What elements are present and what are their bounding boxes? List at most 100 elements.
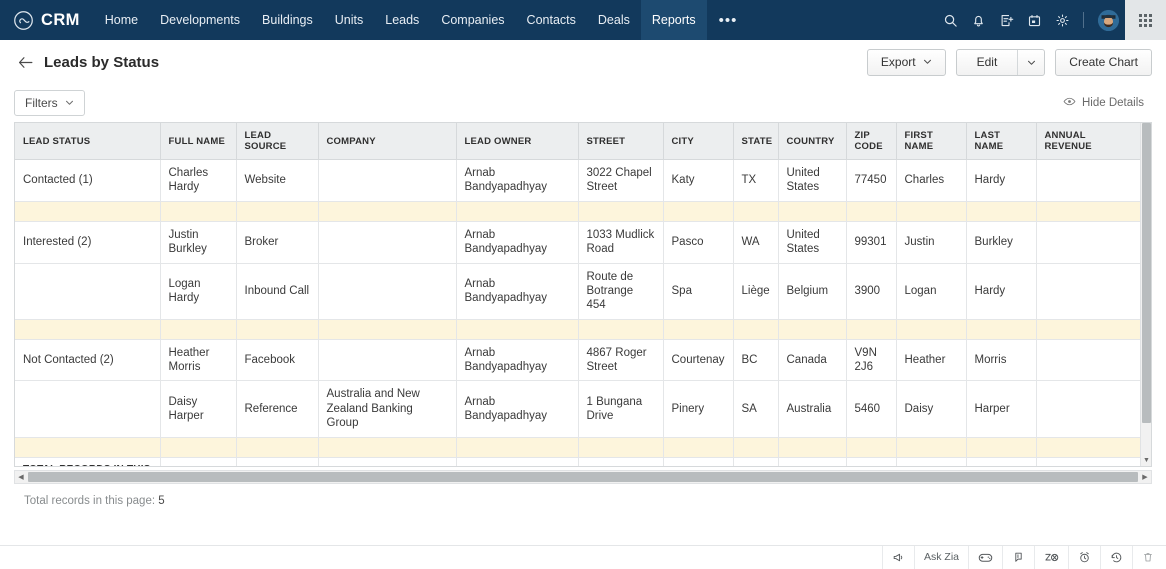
cell-last-name[interactable]: Hardy: [966, 160, 1036, 202]
cell-last-name[interactable]: Burkley: [966, 221, 1036, 263]
total-records-empty-cell: [966, 457, 1036, 466]
ask-zia-button[interactable]: Ask Zia: [914, 546, 968, 569]
avatar[interactable]: [1091, 0, 1125, 40]
header-actions: Export Edit Create Chart: [867, 49, 1152, 76]
eye-icon: [1063, 95, 1076, 111]
cell-country: Belgium: [778, 263, 846, 319]
cell-first-name[interactable]: Daisy: [896, 381, 966, 437]
trash-icon[interactable]: [1132, 546, 1166, 569]
vertical-scrollbar[interactable]: ▼: [1140, 123, 1151, 466]
cell-city: Spa: [663, 263, 733, 319]
search-icon[interactable]: [936, 0, 964, 40]
alarm-clock-icon[interactable]: [1068, 546, 1100, 569]
table-row[interactable]: Interested (2)Justin BurkleyBrokerArnab …: [15, 221, 1140, 263]
group-separator-cell: [236, 201, 318, 221]
vertical-scrollbar-thumb[interactable]: [1142, 123, 1151, 423]
scroll-right-arrow-icon[interactable]: ▶: [1139, 473, 1151, 481]
report-table-container: LEAD STATUSFULL NAMELEAD SOURCECOMPANYLE…: [14, 122, 1152, 467]
export-button[interactable]: Export: [867, 49, 946, 76]
filter-bar: Filters Hide Details: [0, 84, 1166, 122]
brand-logo[interactable]: CRM: [0, 0, 94, 40]
column-header-lead-source[interactable]: LEAD SOURCE: [236, 123, 318, 160]
gear-icon[interactable]: [1048, 0, 1076, 40]
nav-item-reports[interactable]: Reports: [641, 0, 707, 40]
edit-dropdown-chevron-down-icon[interactable]: [1017, 50, 1044, 75]
cell-last-name[interactable]: Harper: [966, 381, 1036, 437]
group-separator-cell: [318, 201, 456, 221]
cell-first-name[interactable]: Heather: [896, 339, 966, 381]
horizontal-scrollbar[interactable]: ◀ ▶: [14, 470, 1152, 484]
nav-item-buildings[interactable]: Buildings: [251, 0, 324, 40]
total-records-empty-cell: [160, 457, 236, 466]
column-header-first-name[interactable]: FIRST NAME: [896, 123, 966, 160]
nav-item-companies[interactable]: Companies: [430, 0, 515, 40]
zia-icon[interactable]: [1034, 546, 1068, 569]
nav-more-button[interactable]: •••: [707, 0, 750, 40]
nav-item-contacts[interactable]: Contacts: [516, 0, 587, 40]
column-header-lead-owner[interactable]: LEAD OWNER: [456, 123, 578, 160]
column-header-zip-code[interactable]: ZIP CODE: [846, 123, 896, 160]
horizontal-scrollbar-thumb[interactable]: [28, 472, 1138, 482]
hide-details-toggle[interactable]: Hide Details: [1063, 95, 1152, 111]
create-chart-button[interactable]: Create Chart: [1055, 49, 1152, 76]
nav-item-home[interactable]: Home: [94, 0, 149, 40]
game-controller-icon[interactable]: [968, 546, 1002, 569]
cell-country: United States: [778, 160, 846, 202]
cell-full-name[interactable]: Charles Hardy: [160, 160, 236, 202]
edit-button[interactable]: Edit: [957, 50, 1018, 75]
table-header-row: LEAD STATUSFULL NAMELEAD SOURCECOMPANYLE…: [15, 123, 1140, 160]
column-header-city[interactable]: CITY: [663, 123, 733, 160]
table-row[interactable]: Logan HardyInbound CallArnab Bandyapadhy…: [15, 263, 1140, 319]
cell-state: SA: [733, 381, 778, 437]
cell-last-name[interactable]: Morris: [966, 339, 1036, 381]
table-row[interactable]: Daisy HarperReferenceAustralia and New Z…: [15, 381, 1140, 437]
cell-first-name[interactable]: Logan: [896, 263, 966, 319]
back-arrow-icon[interactable]: [14, 51, 36, 73]
scroll-left-arrow-icon[interactable]: ◀: [15, 473, 27, 481]
cell-company: Australia and New Zealand Banking Group: [318, 381, 456, 437]
cell-full-name[interactable]: Justin Burkley: [160, 221, 236, 263]
cell-lead-status: Contacted (1): [15, 160, 160, 202]
filters-button[interactable]: Filters: [14, 90, 85, 116]
cell-full-name[interactable]: Logan Hardy: [160, 263, 236, 319]
column-header-street[interactable]: STREET: [578, 123, 663, 160]
chevron-down-icon: [923, 55, 932, 69]
column-header-last-name[interactable]: LAST NAME: [966, 123, 1036, 160]
table-row[interactable]: Not Contacted (2)Heather MorrisFacebookA…: [15, 339, 1140, 381]
megaphone-icon[interactable]: [882, 546, 914, 569]
column-header-country[interactable]: COUNTRY: [778, 123, 846, 160]
column-header-full-name[interactable]: FULL NAME: [160, 123, 236, 160]
cell-last-name[interactable]: Hardy: [966, 263, 1036, 319]
chat-bubble-icon[interactable]: [1002, 546, 1034, 569]
column-header-company[interactable]: COMPANY: [318, 123, 456, 160]
cell-state: WA: [733, 221, 778, 263]
add-note-icon[interactable]: [992, 0, 1020, 40]
calendar-icon[interactable]: [1020, 0, 1048, 40]
cell-city: Katy: [663, 160, 733, 202]
table-row[interactable]: Contacted (1)Charles HardyWebsiteArnab B…: [15, 160, 1140, 202]
user-avatar-image: [1098, 10, 1119, 31]
cell-full-name[interactable]: Daisy Harper: [160, 381, 236, 437]
cell-street: Route de Botrange 454: [578, 263, 663, 319]
column-header-lead-status[interactable]: LEAD STATUS: [15, 123, 160, 160]
cell-street: 3022 Chapel Street: [578, 160, 663, 202]
page-title: Leads by Status: [44, 54, 159, 71]
nav-item-units[interactable]: Units: [324, 0, 374, 40]
chevron-down-icon: [65, 96, 74, 110]
bell-icon[interactable]: [964, 0, 992, 40]
column-header-annual-revenue[interactable]: ANNUAL REVENUE: [1036, 123, 1140, 160]
column-header-state[interactable]: STATE: [733, 123, 778, 160]
cell-full-name[interactable]: Heather Morris: [160, 339, 236, 381]
cell-first-name[interactable]: Justin: [896, 221, 966, 263]
nav-item-developments[interactable]: Developments: [149, 0, 251, 40]
nav-item-deals[interactable]: Deals: [587, 0, 641, 40]
group-separator-cell: [236, 319, 318, 339]
app-grid-icon[interactable]: [1125, 0, 1166, 40]
group-separator-row: [15, 437, 1140, 457]
scroll-down-arrow-icon[interactable]: ▼: [1143, 457, 1150, 464]
footer-record-label: Total records in this page:: [24, 495, 155, 507]
nav-item-leads[interactable]: Leads: [374, 0, 430, 40]
cell-lead-source: Inbound Call: [236, 263, 318, 319]
cell-first-name[interactable]: Charles: [896, 160, 966, 202]
history-clock-icon[interactable]: [1100, 546, 1132, 569]
